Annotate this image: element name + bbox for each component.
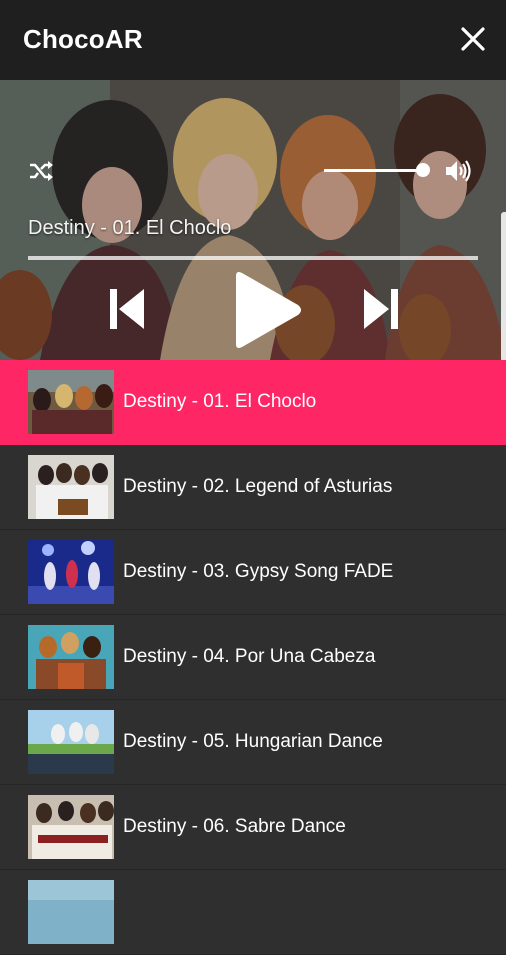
track-thumbnail — [28, 625, 114, 689]
player-panel: Destiny - 01. El Choclo — [0, 80, 506, 360]
shuffle-icon[interactable] — [28, 160, 54, 182]
track-thumbnail — [28, 795, 114, 859]
track-thumbnail — [28, 540, 114, 604]
play-icon[interactable] — [230, 270, 304, 350]
track-thumbnail — [28, 880, 114, 944]
close-icon[interactable] — [460, 26, 486, 52]
track-thumbnail — [28, 455, 114, 519]
now-playing-title: Destiny - 01. El Choclo — [28, 217, 232, 239]
track-row[interactable]: Destiny - 01. El Choclo — [0, 360, 506, 445]
track-row[interactable]: Destiny - 02. Legend of Asturias — [0, 445, 506, 530]
volume-icon[interactable] — [444, 158, 472, 184]
seek-bar[interactable] — [28, 256, 478, 260]
skip-next-icon[interactable] — [362, 285, 398, 333]
app-title: ChocoAR — [23, 24, 143, 54]
track-title: Destiny - 03. Gypsy Song FADE — [123, 561, 394, 582]
scrollbar[interactable] — [501, 212, 506, 362]
track-thumbnail — [28, 710, 114, 774]
track-thumbnail — [28, 370, 114, 434]
track-title: Destiny - 05. Hungarian Dance — [123, 731, 383, 752]
track-title: Destiny - 06. Sabre Dance — [123, 816, 346, 837]
track-title: Destiny - 04. Por Una Cabeza — [123, 646, 376, 667]
track-row[interactable]: Destiny - 06. Sabre Dance — [0, 785, 506, 870]
app-bar: ChocoAR — [0, 0, 506, 80]
volume-slider-handle[interactable] — [416, 163, 430, 177]
track-row[interactable]: Destiny - 03. Gypsy Song FADE — [0, 530, 506, 615]
track-title: Destiny - 02. Legend of Asturias — [123, 476, 393, 497]
skip-previous-icon[interactable] — [110, 285, 146, 333]
track-row[interactable]: Destiny - 05. Hungarian Dance — [0, 700, 506, 785]
volume-slider[interactable] — [324, 169, 424, 172]
track-list: Destiny - 01. El Choclo Destiny - 02. Le… — [0, 360, 506, 955]
track-row[interactable]: Destiny - 04. Por Una Cabeza — [0, 615, 506, 700]
track-title: Destiny - 01. El Choclo — [123, 391, 317, 412]
track-row[interactable] — [0, 870, 506, 955]
